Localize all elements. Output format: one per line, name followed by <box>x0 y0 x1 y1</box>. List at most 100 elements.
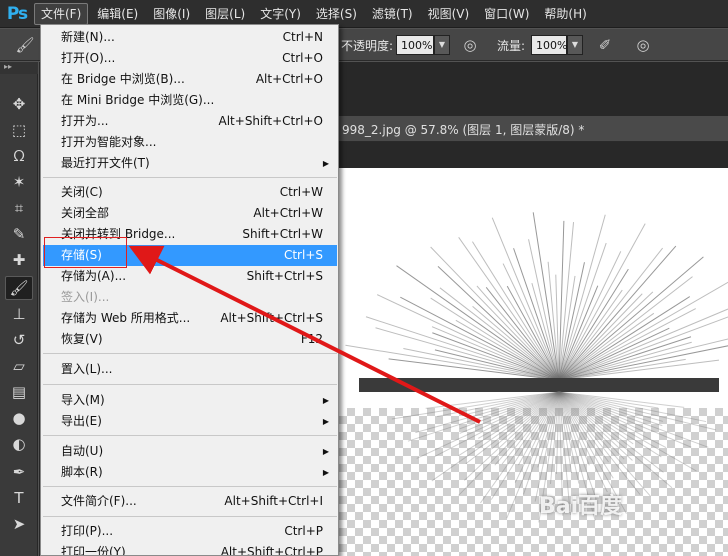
menu-item-label: 打开(O)... <box>61 51 116 65</box>
menu-item-revert[interactable]: 恢复(V) F12 <box>43 329 337 350</box>
path-selection-tool-icon[interactable]: ➤ <box>5 512 33 536</box>
watermark-logo: Bai百度 <box>539 494 623 519</box>
menu-item-place[interactable]: 置入(L)... <box>43 359 337 380</box>
photoshop-logo: Ps <box>6 3 28 24</box>
open-book-image <box>345 212 728 523</box>
tool-panel-header[interactable]: ▸▸ <box>0 62 38 74</box>
menu-item-file-info[interactable]: 文件简介(F)... Alt+Shift+Ctrl+I <box>43 491 337 512</box>
menu-item-shortcut: Alt+Ctrl+W <box>253 206 323 220</box>
menu-separator <box>43 435 337 436</box>
gradient-tool-icon[interactable]: ▤ <box>5 380 33 404</box>
menu-item-close-all[interactable]: 关闭全部 Alt+Ctrl+W <box>43 203 337 224</box>
history-brush-tool-icon[interactable]: ↺ <box>5 328 33 352</box>
menu-edit[interactable]: 编辑(E) <box>91 3 144 25</box>
book-page-stroke <box>365 316 560 381</box>
menu-filter[interactable]: 滤镜(T) <box>366 3 419 25</box>
magic-wand-tool-icon[interactable]: ✶ <box>5 170 33 194</box>
file-menu: 新建(N)... Ctrl+N 打开(O)... Ctrl+O 在 Bridge 中… <box>40 24 339 556</box>
menu-item-export[interactable]: 导出(E) ▶ <box>43 411 337 432</box>
type-tool-icon[interactable]: T <box>5 486 33 510</box>
book-page-stroke <box>558 276 693 381</box>
menu-view[interactable]: 视图(V) <box>422 3 476 25</box>
menu-item-label: 导入(M) <box>61 393 105 407</box>
menu-item-label: 打印一份(Y) <box>61 545 126 556</box>
menu-item-label: 存储为(A)... <box>61 269 127 283</box>
move-tool-icon[interactable]: ✥ <box>5 92 33 116</box>
menu-window[interactable]: 窗口(W) <box>478 3 535 25</box>
submenu-arrow-icon: ▶ <box>322 396 329 405</box>
menu-image[interactable]: 图像(I) <box>147 3 196 25</box>
tool-panel: ✥ ⬚ ᘯ ✶ ⌗ ✎ ✚ 🖌 ⊥ ↺ ▱ ▤ ● ◐ ✒ T ➤ <box>0 74 38 556</box>
document-title: 998_2.jpg @ 57.8% (图层 1, 图层蒙版/8) * <box>342 123 585 137</box>
crop-tool-icon[interactable]: ⌗ <box>5 196 33 220</box>
menu-item-shortcut: Alt+Shift+Ctrl+S <box>220 311 323 325</box>
menu-item-close[interactable]: 关闭(C) Ctrl+W <box>43 182 337 203</box>
lasso-tool-icon[interactable]: ᘯ <box>5 144 33 168</box>
flow-input[interactable]: 100% <box>531 35 567 55</box>
menu-item-new[interactable]: 新建(N)... Ctrl+N <box>43 27 337 48</box>
menu-layer[interactable]: 图层(L) <box>199 3 251 25</box>
dodge-tool-icon[interactable]: ◐ <box>5 432 33 456</box>
menu-item-check-in: 签入(I)... <box>43 287 337 308</box>
menu-item-browse-mini-bridge[interactable]: 在 Mini Bridge 中浏览(G)... <box>43 90 337 111</box>
menu-item-shortcut: Shift+Ctrl+S <box>246 269 323 283</box>
flow-label: 流量: <box>497 39 526 53</box>
menu-separator <box>43 384 337 385</box>
blur-tool-icon[interactable]: ● <box>5 406 33 430</box>
airbrush-icon[interactable]: ✐ <box>594 34 616 56</box>
clone-stamp-tool-icon[interactable]: ⊥ <box>5 302 33 326</box>
eraser-tool-icon[interactable]: ▱ <box>5 354 33 378</box>
flow-dropdown[interactable]: ▼ <box>567 35 583 55</box>
menu-item-scripts[interactable]: 脚本(R) ▶ <box>43 462 337 483</box>
document-tab[interactable]: 998_2.jpg @ 57.8% (图层 1, 图层蒙版/8) * <box>339 116 728 142</box>
brush-preset-icon[interactable]: 🖌 <box>14 34 36 56</box>
menu-item-recent-files[interactable]: 最近打开文件(T) ▶ <box>43 153 337 174</box>
menu-item-label: 新建(N)... <box>61 30 115 44</box>
healing-brush-tool-icon[interactable]: ✚ <box>5 248 33 272</box>
menu-item-browse-bridge[interactable]: 在 Bridge 中浏览(B)... Alt+Ctrl+O <box>43 69 337 90</box>
opacity-dropdown[interactable]: ▼ <box>434 35 450 55</box>
submenu-arrow-icon: ▶ <box>322 468 329 477</box>
menu-item-label: 脚本(R) <box>61 465 103 479</box>
menu-item-label: 关闭全部 <box>61 206 110 220</box>
menu-item-print-one-copy[interactable]: 打印一份(Y) Alt+Shift+Ctrl+P <box>43 542 337 556</box>
menu-item-import[interactable]: 导入(M) ▶ <box>43 390 337 411</box>
pen-tool-icon[interactable]: ✒ <box>5 460 33 484</box>
menu-item-open-smart-object[interactable]: 打开为智能对象... <box>43 132 337 153</box>
menu-file[interactable]: 文件(F) <box>34 2 89 25</box>
eyedropper-tool-icon[interactable]: ✎ <box>5 222 33 246</box>
menu-item-open[interactable]: 打开(O)... Ctrl+O <box>43 48 337 69</box>
menu-type[interactable]: 文字(Y) <box>254 3 307 25</box>
brush-tool-icon[interactable]: 🖌 <box>5 276 33 300</box>
menu-item-save-as[interactable]: 存储为(A)... Shift+Ctrl+S <box>43 266 337 287</box>
submenu-arrow-icon: ▶ <box>322 447 329 456</box>
menu-item-automate[interactable]: 自动(U) ▶ <box>43 441 337 462</box>
book-spine <box>359 378 719 392</box>
menu-help[interactable]: 帮助(H) <box>538 3 592 25</box>
menu-item-label: 打印(P)... <box>61 524 114 538</box>
menu-item-label: 自动(U) <box>61 444 104 458</box>
menu-item-shortcut: Alt+Shift+Ctrl+P <box>220 545 323 556</box>
menu-item-print[interactable]: 打印(P)... Ctrl+P <box>43 521 337 542</box>
menu-select[interactable]: 选择(S) <box>310 3 363 25</box>
book-reflection-stroke <box>558 391 717 431</box>
submenu-arrow-icon: ▶ <box>322 417 329 426</box>
menu-item-shortcut: Alt+Shift+Ctrl+I <box>224 494 323 508</box>
menu-item-open-as[interactable]: 打开为... Alt+Shift+Ctrl+O <box>43 111 337 132</box>
opacity-input[interactable]: 100% <box>396 35 434 55</box>
pressure-opacity-icon[interactable]: ◎ <box>459 34 481 56</box>
menu-item-shortcut: Alt+Shift+Ctrl+O <box>218 114 323 128</box>
image-canvas[interactable]: Bai百度 <box>339 168 728 556</box>
annotation-highlight-box <box>44 237 127 268</box>
menu-item-label: 置入(L)... <box>61 362 113 376</box>
menu-item-shortcut: Ctrl+S <box>283 248 323 262</box>
menu-item-label: 最近打开文件(T) <box>61 156 150 170</box>
book-page-stroke <box>430 246 560 381</box>
menu-item-shortcut: Shift+Ctrl+W <box>242 227 323 241</box>
pressure-size-icon[interactable]: ◎ <box>632 34 654 56</box>
marquee-tool-icon[interactable]: ⬚ <box>5 118 33 142</box>
menu-item-save-for-web[interactable]: 存储为 Web 所用格式... Alt+Shift+Ctrl+S <box>43 308 337 329</box>
book-page-stroke <box>558 223 646 381</box>
menu-item-label: 导出(E) <box>61 414 102 428</box>
menu-item-shortcut: Ctrl+P <box>284 524 323 538</box>
